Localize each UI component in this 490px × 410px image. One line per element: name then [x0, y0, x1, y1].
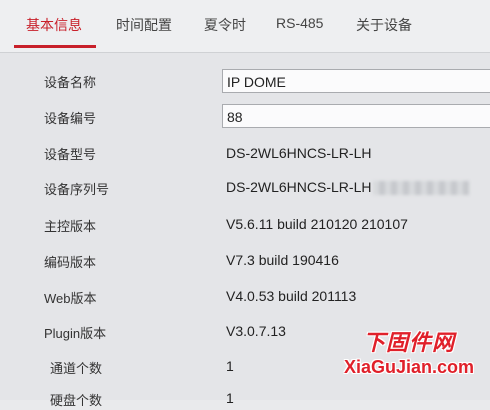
tab-dst[interactable]: 夏令时	[204, 15, 246, 35]
channel-count-label: 通道个数	[50, 361, 103, 376]
device-serial-text: DS-2WL6HNCS-LR-LH	[226, 179, 372, 195]
disk-count-value: 1	[226, 390, 234, 406]
main-firmware-value: V5.6.11 build 210120 210107	[226, 216, 408, 232]
device-serial-label: 设备序列号	[44, 182, 110, 197]
tab-bar: 基本信息 时间配置 夏令时 RS-485 关于设备	[0, 0, 490, 53]
encoding-version-value: V7.3 build 190416	[226, 252, 339, 268]
device-serial-value: DS-2WL6HNCS-LR-LH	[222, 175, 490, 199]
plugin-version-label: Plugin版本	[44, 326, 107, 341]
device-model-label: 设备型号	[44, 147, 97, 162]
device-name-input[interactable]: IP DOME	[222, 69, 490, 93]
serial-blur-mask	[373, 181, 470, 196]
watermark-title: 下固件网	[362, 330, 455, 355]
device-number-label: 设备编号	[44, 111, 97, 126]
device-name-label: 设备名称	[44, 75, 97, 90]
tab-basic-info[interactable]: 基本信息	[26, 15, 82, 35]
web-version-value: V4.0.53 build 201113	[226, 288, 357, 304]
active-tab-indicator	[14, 45, 96, 48]
watermark-url: XiaGuJian.com	[343, 357, 474, 377]
main-firmware-label: 主控版本	[44, 219, 97, 234]
encoding-version-label: 编码版本	[44, 255, 97, 270]
device-model-value: DS-2WL6HNCS-LR-LH	[226, 145, 372, 161]
device-number-input[interactable]: 88	[222, 104, 490, 128]
watermark: 下固件网 XiaGuJian.com	[344, 325, 474, 378]
web-version-label: Web版本	[44, 291, 97, 306]
tab-rs485[interactable]: RS-485	[276, 15, 323, 31]
tab-about-device[interactable]: 关于设备	[356, 15, 412, 35]
tab-time-settings[interactable]: 时间配置	[116, 15, 172, 35]
